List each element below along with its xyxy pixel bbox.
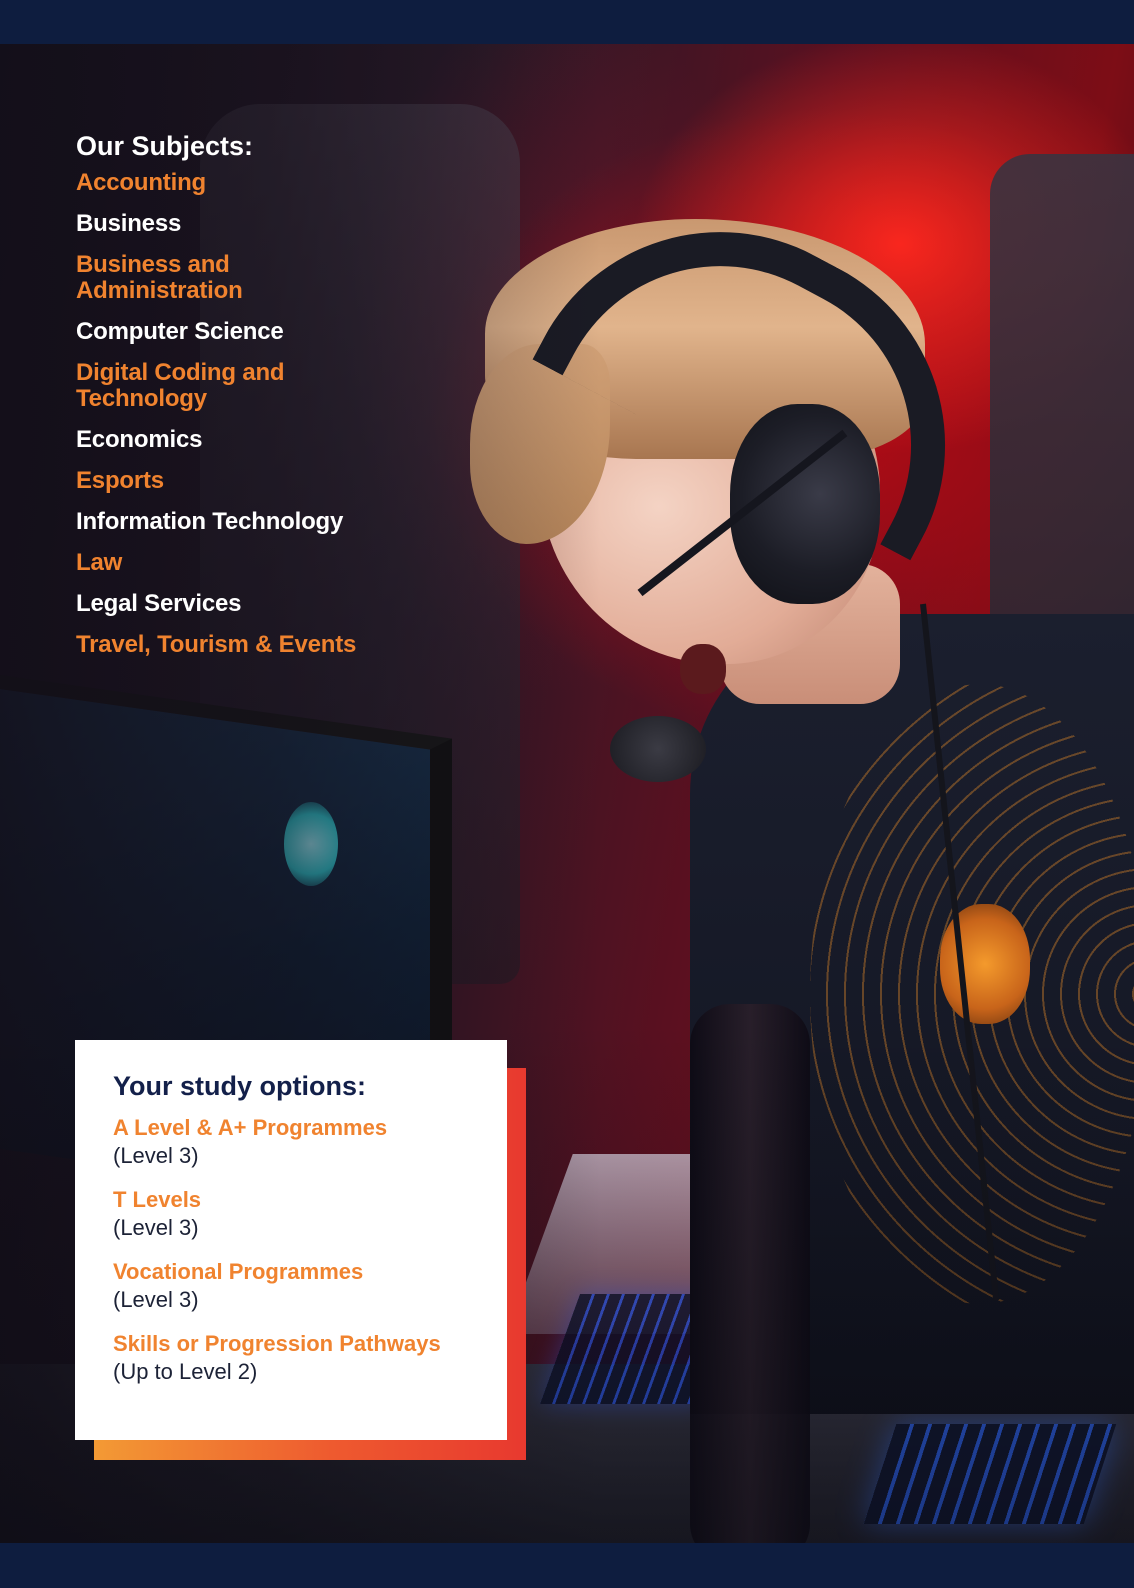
study-option-name[interactable]: Skills or Progression Pathways bbox=[113, 1330, 477, 1358]
study-option-name[interactable]: T Levels bbox=[113, 1186, 477, 1214]
study-options-card: Your study options: A Level & A+ Program… bbox=[75, 1040, 507, 1440]
study-option-name[interactable]: Vocational Programmes bbox=[113, 1258, 477, 1286]
study-options-heading: Your study options: bbox=[113, 1071, 366, 1101]
microphone bbox=[610, 716, 706, 782]
subject-law[interactable]: Law bbox=[76, 550, 496, 576]
subject-information-technology[interactable]: Information Technology bbox=[76, 509, 496, 535]
subjects-heading: Our Subjects: bbox=[76, 131, 254, 161]
brochure-page: Our Subjects: Accounting Business Busine… bbox=[0, 0, 1134, 1588]
study-option-level: (Up to Level 2) bbox=[113, 1359, 258, 1384]
study-option-level: (Level 3) bbox=[113, 1215, 199, 1240]
subject-travel-tourism-events[interactable]: Travel, Tourism & Events bbox=[76, 632, 496, 658]
subject-computer-science[interactable]: Computer Science bbox=[76, 319, 496, 345]
subjects-list: Our Subjects: Accounting Business Busine… bbox=[76, 130, 496, 673]
study-option[interactable]: T Levels (Level 3) bbox=[113, 1186, 477, 1242]
study-option-level: (Level 3) bbox=[113, 1143, 199, 1168]
top-band bbox=[0, 0, 1134, 44]
subject-esports[interactable]: Esports bbox=[76, 468, 496, 494]
subject-economics[interactable]: Economics bbox=[76, 427, 496, 453]
study-option[interactable]: Vocational Programmes (Level 3) bbox=[113, 1258, 477, 1314]
bottom-band bbox=[0, 1543, 1134, 1588]
subject-legal-services[interactable]: Legal Services bbox=[76, 591, 496, 617]
player-mouth bbox=[680, 644, 726, 694]
study-option[interactable]: A Level & A+ Programmes (Level 3) bbox=[113, 1114, 477, 1170]
subject-digital-coding[interactable]: Digital Coding and Technology bbox=[76, 360, 296, 412]
subject-business[interactable]: Business bbox=[76, 211, 496, 237]
subject-business-administration[interactable]: Business and Administration bbox=[76, 252, 296, 304]
study-option[interactable]: Skills or Progression Pathways (Up to Le… bbox=[113, 1330, 477, 1386]
study-option-name[interactable]: A Level & A+ Programmes bbox=[113, 1114, 477, 1142]
study-option-level: (Level 3) bbox=[113, 1287, 199, 1312]
subject-accounting[interactable]: Accounting bbox=[76, 170, 496, 196]
